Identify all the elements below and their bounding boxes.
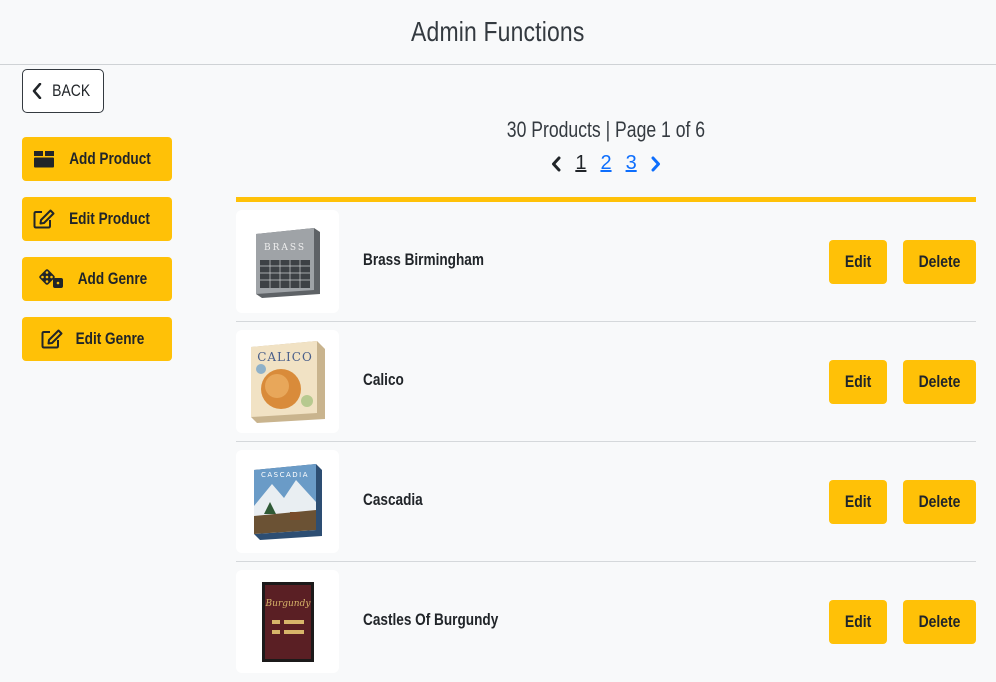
page-title: Admin Functions bbox=[411, 16, 585, 47]
svg-text:BRASS: BRASS bbox=[263, 243, 305, 253]
page-header: Admin Functions bbox=[0, 0, 996, 65]
edit-button[interactable]: Edit bbox=[829, 480, 887, 524]
add-genre-label: Add Genre bbox=[77, 269, 147, 288]
product-count-text: 30 Products | Page 1 of 6 bbox=[506, 117, 706, 142]
product-cover-image: BRASS bbox=[255, 227, 320, 298]
product-name: Cascadia bbox=[363, 490, 423, 509]
product-name: Calico bbox=[363, 370, 404, 389]
edit-button[interactable]: Edit bbox=[829, 360, 887, 404]
page-link-2[interactable]: 2 bbox=[600, 152, 611, 175]
edit-genre-label: Edit Genre bbox=[75, 329, 145, 348]
back-button[interactable]: BACK bbox=[22, 69, 104, 113]
product-name: Castles Of Burgundy bbox=[363, 610, 499, 629]
edit-product-button[interactable]: Edit Product bbox=[22, 197, 172, 241]
pagination: 1 2 3 bbox=[236, 152, 976, 175]
product-thumbnail: CALICO bbox=[236, 330, 339, 433]
product-list: BRASS Brass Birmingham Edit Delete CALIC… bbox=[236, 202, 976, 682]
add-product-button[interactable]: Add Product bbox=[22, 137, 172, 181]
delete-button-label: Delete bbox=[918, 612, 961, 631]
add-product-label: Add Product bbox=[69, 149, 151, 168]
product-thumbnail: BRASS bbox=[236, 210, 339, 313]
product-cover-image: CASCADIA bbox=[253, 463, 322, 540]
edit-button-label: Edit bbox=[844, 252, 872, 271]
chevron-left-icon bbox=[32, 83, 42, 99]
product-summary: 30 Products | Page 1 of 6 bbox=[236, 117, 976, 143]
dice-icon bbox=[38, 269, 63, 288]
edit-product-label: Edit Product bbox=[69, 209, 151, 228]
page-link-1[interactable]: 1 bbox=[575, 152, 586, 175]
page-link-3[interactable]: 3 bbox=[626, 152, 637, 175]
chevron-right-icon[interactable] bbox=[651, 156, 661, 172]
product-name: Brass Birmingham bbox=[363, 250, 484, 269]
edit-button-label: Edit bbox=[844, 492, 872, 511]
product-cover-image: Burgundy bbox=[261, 581, 314, 662]
delete-button-label: Delete bbox=[918, 372, 961, 391]
add-genre-button[interactable]: Add Genre bbox=[22, 257, 172, 301]
svg-text:CASCADIA: CASCADIA bbox=[260, 471, 308, 479]
edit-genre-button[interactable]: Edit Genre bbox=[22, 317, 172, 361]
edit-icon bbox=[41, 329, 63, 349]
svg-text:CALICO: CALICO bbox=[257, 350, 313, 364]
delete-button[interactable]: Delete bbox=[903, 480, 976, 524]
chevron-left-icon[interactable] bbox=[551, 156, 561, 172]
product-row: CASCADIA Cascadia Edit Delete bbox=[236, 442, 976, 562]
back-button-label: BACK bbox=[52, 81, 90, 100]
delete-button-label: Delete bbox=[918, 492, 961, 511]
edit-icon bbox=[33, 209, 55, 229]
edit-button-label: Edit bbox=[844, 372, 872, 391]
box-icon bbox=[34, 151, 54, 168]
delete-button[interactable]: Delete bbox=[903, 360, 976, 404]
edit-button[interactable]: Edit bbox=[829, 240, 887, 284]
product-row: Burgundy Castles Of Burgundy Edit Delete bbox=[236, 562, 976, 682]
delete-button[interactable]: Delete bbox=[903, 600, 976, 644]
product-row: BRASS Brass Birmingham Edit Delete bbox=[236, 202, 976, 322]
product-thumbnail: CASCADIA bbox=[236, 450, 339, 553]
product-row: CALICO Calico Edit Delete bbox=[236, 322, 976, 442]
delete-button[interactable]: Delete bbox=[903, 240, 976, 284]
product-thumbnail: Burgundy bbox=[236, 570, 339, 673]
edit-button[interactable]: Edit bbox=[829, 600, 887, 644]
delete-button-label: Delete bbox=[918, 252, 961, 271]
edit-button-label: Edit bbox=[844, 612, 872, 631]
product-cover-image: CALICO bbox=[250, 340, 325, 423]
svg-text:Burgundy: Burgundy bbox=[264, 599, 311, 609]
